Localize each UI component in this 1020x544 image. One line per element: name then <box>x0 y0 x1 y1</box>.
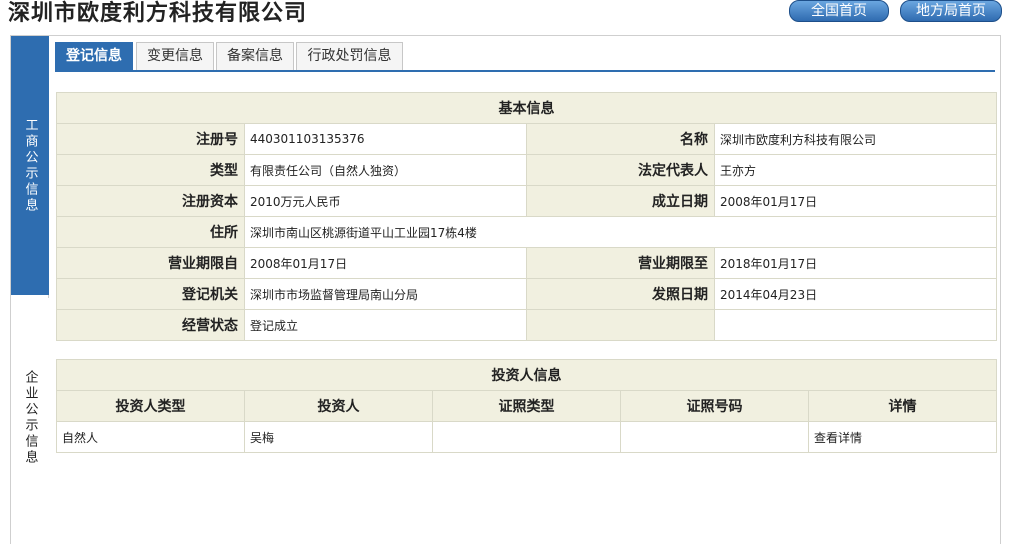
col-id-number: 证照号码 <box>620 390 809 422</box>
founded-label: 成立日期 <box>526 185 715 217</box>
reg-no-label: 注册号 <box>56 123 245 155</box>
investor-name-cell: 吴梅 <box>244 421 433 453</box>
side-nav-top-label: 工商公示信息 <box>22 117 38 214</box>
side-nav-bottom-label: 企业公示信息 <box>22 370 38 466</box>
status-label: 经营状态 <box>56 309 245 341</box>
col-id-type: 证照类型 <box>432 390 621 422</box>
address-label: 住所 <box>56 216 245 248</box>
tab-admin-penalty-info[interactable]: 行政处罚信息 <box>296 42 403 70</box>
status-value: 登记成立 <box>244 309 527 341</box>
capital-label: 注册资本 <box>56 185 245 217</box>
empty-label-cell <box>526 309 715 341</box>
authority-value: 深圳市市场监督管理局南山分局 <box>244 278 527 310</box>
col-investor: 投资人 <box>244 390 433 422</box>
issue-date-value: 2014年04月23日 <box>714 278 997 310</box>
table-row: 自然人 吴梅 查看详情 <box>56 421 998 453</box>
national-home-button[interactable]: 全国首页 <box>789 0 889 22</box>
side-nav-enterprise-public-info[interactable]: 企业公示信息 <box>11 298 49 544</box>
issue-date-label: 发照日期 <box>526 278 715 310</box>
name-label: 名称 <box>526 123 715 155</box>
tab-registration-info[interactable]: 登记信息 <box>55 42 133 70</box>
side-nav: 工商公示信息 企业公示信息 <box>11 36 49 544</box>
address-value: 深圳市南山区桃源街道平山工业园17栋4楼 <box>244 216 997 248</box>
col-detail: 详情 <box>807 390 998 422</box>
tab-filing-info[interactable]: 备案信息 <box>216 42 294 70</box>
basic-info-caption: 基本信息 <box>56 92 997 124</box>
name-value: 深圳市欧度利方科技有限公司 <box>714 123 997 155</box>
content-frame: 工商公示信息 企业公示信息 登记信息 变更信息 备案信息 行政处罚信息 基本信息… <box>10 35 1001 544</box>
investor-detail-cell: 查看详情 <box>807 421 998 453</box>
basic-info-table: 基本信息 注册号 440301103135376 名称 深圳市欧度利方科技有限公… <box>56 92 997 341</box>
investor-info-caption: 投资人信息 <box>55 359 998 391</box>
founded-value: 2008年01月17日 <box>714 185 997 217</box>
term-to-value: 2018年01月17日 <box>714 247 997 279</box>
investor-id-type-cell <box>432 421 621 453</box>
legal-rep-label: 法定代表人 <box>526 154 715 186</box>
term-from-value: 2008年01月17日 <box>244 247 527 279</box>
empty-value-cell <box>714 309 997 341</box>
side-nav-business-public-info[interactable]: 工商公示信息 <box>11 36 49 295</box>
view-detail-link[interactable]: 查看详情 <box>814 431 862 445</box>
legal-rep-value: 王亦方 <box>714 154 997 186</box>
term-to-label: 营业期限至 <box>526 247 715 279</box>
reg-no-value: 440301103135376 <box>244 123 527 155</box>
investor-type-cell: 自然人 <box>56 421 245 453</box>
investor-id-no-cell <box>620 421 809 453</box>
type-value: 有限责任公司（自然人独资） <box>244 154 527 186</box>
local-home-button[interactable]: 地方局首页 <box>900 0 1002 22</box>
capital-value: 2010万元人民币 <box>244 185 527 217</box>
company-title: 深圳市欧度利方科技有限公司 <box>8 0 308 26</box>
col-investor-type: 投资人类型 <box>56 390 245 422</box>
tab-change-info[interactable]: 变更信息 <box>136 42 214 70</box>
authority-label: 登记机关 <box>56 278 245 310</box>
type-label: 类型 <box>56 154 245 186</box>
tab-underline <box>55 70 995 72</box>
term-from-label: 营业期限自 <box>56 247 245 279</box>
investor-info-table: 投资人信息 投资人类型 投资人 证照类型 证照号码 详情 自然人 吴梅 查看详情 <box>55 359 998 453</box>
